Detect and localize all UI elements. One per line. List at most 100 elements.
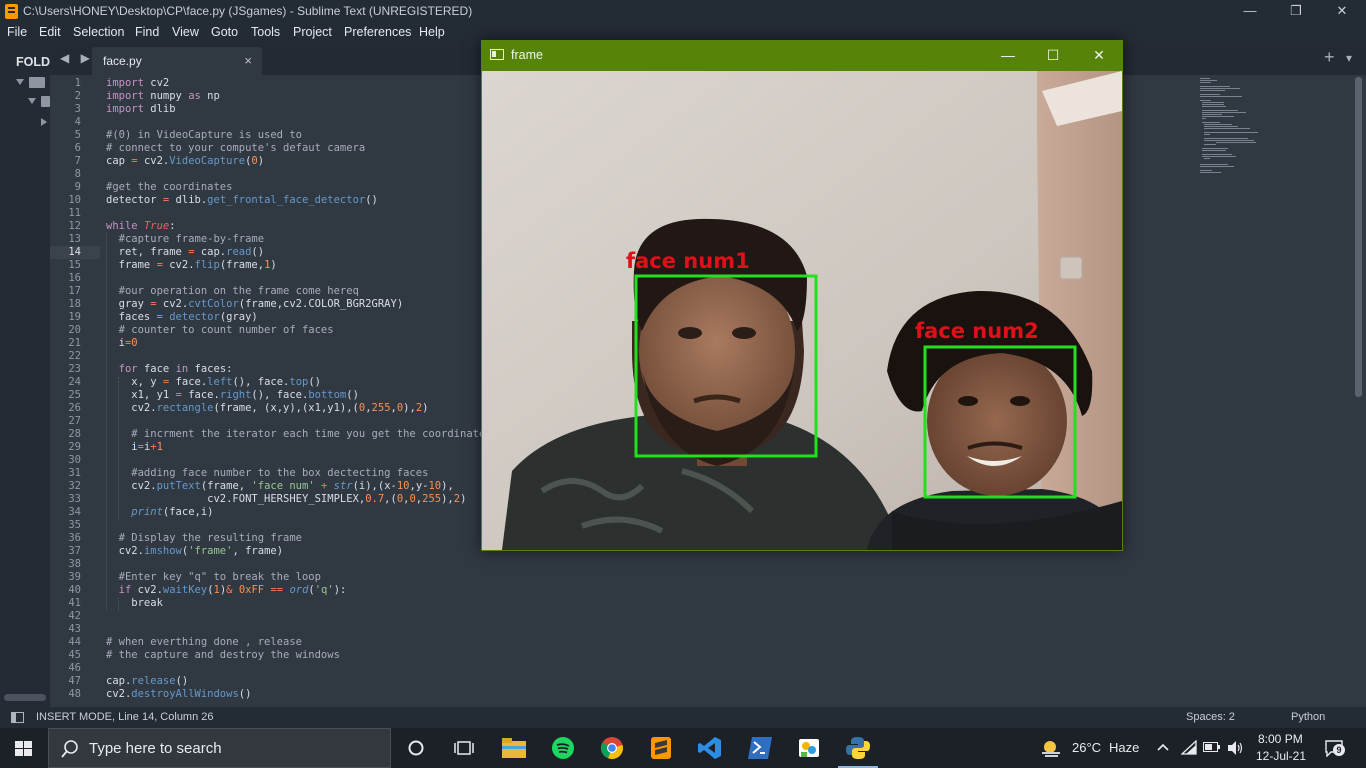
folder-icon bbox=[502, 738, 526, 758]
folder-icon[interactable] bbox=[41, 96, 50, 107]
line-number: 28 bbox=[68, 428, 81, 440]
expand-arrow-icon[interactable] bbox=[28, 98, 36, 104]
indentation-setting[interactable]: Spaces: 2 bbox=[1186, 711, 1235, 723]
menu-file[interactable]: File bbox=[7, 25, 27, 39]
menu-selection[interactable]: Selection bbox=[73, 25, 124, 39]
syntax-setting[interactable]: Python bbox=[1291, 711, 1325, 723]
code-line[interactable]: i=0 bbox=[106, 337, 138, 350]
code-line[interactable]: #capture frame-by-frame bbox=[106, 233, 264, 246]
line-number: 33 bbox=[68, 493, 81, 505]
collapse-arrow-icon[interactable] bbox=[41, 118, 47, 126]
paint-app[interactable] bbox=[785, 728, 833, 768]
code-line[interactable]: x, y = face.left(), face.top() bbox=[106, 376, 321, 389]
folder-icon[interactable] bbox=[29, 77, 45, 88]
webcam-image: face num1 face num2 bbox=[482, 71, 1122, 550]
code-line[interactable]: import dlib bbox=[106, 103, 176, 116]
code-line[interactable]: import numpy as np bbox=[106, 90, 220, 103]
code-line[interactable]: i=i+1 bbox=[106, 441, 163, 454]
chevron-up-icon[interactable] bbox=[1157, 742, 1169, 752]
cortana-icon bbox=[408, 740, 424, 756]
tab-nav-arrows[interactable]: ◀ ▶ bbox=[60, 51, 94, 65]
menu-view[interactable]: View bbox=[172, 25, 199, 39]
code-line[interactable]: cv2.destroyAllWindows() bbox=[106, 688, 251, 701]
notification-center-button[interactable]: 9 bbox=[1325, 740, 1345, 758]
chrome-app[interactable] bbox=[588, 728, 636, 768]
code-line[interactable]: detector = dlib.get_frontal_face_detecto… bbox=[106, 194, 378, 207]
code-line[interactable]: # connect to your compute's defaut camer… bbox=[106, 142, 365, 155]
tab-list-button[interactable]: ▾ bbox=[1346, 51, 1352, 65]
code-line[interactable]: ret, frame = cap.read() bbox=[106, 246, 264, 259]
powershell-app[interactable] bbox=[736, 728, 784, 768]
code-line[interactable]: cv2.rectangle(frame, (x,y),(x1,y1),(0,25… bbox=[106, 402, 428, 415]
code-line[interactable]: cv2.FONT_HERSHEY_SIMPLEX,0.7,(0,0,255),2… bbox=[106, 493, 466, 506]
menu-find[interactable]: Find bbox=[135, 25, 159, 39]
camera-frame: face num1 face num2 bbox=[482, 71, 1122, 550]
menu-project[interactable]: Project bbox=[293, 25, 332, 39]
windows-start-icon[interactable] bbox=[15, 741, 32, 756]
code-line[interactable]: # the capture and destroy the windows bbox=[106, 649, 340, 662]
code-line[interactable]: cap = cv2.VideoCapture(0) bbox=[106, 155, 264, 168]
code-line[interactable]: # incrment the iterator each time you ge… bbox=[106, 428, 491, 441]
frame-window[interactable]: frame — ☐ ✕ face num1 face num2 bbox=[481, 40, 1123, 551]
code-line[interactable]: #Enter key "q" to break the loop bbox=[106, 571, 321, 584]
taskbar-search-box[interactable]: Type here to search bbox=[48, 728, 391, 768]
code-line[interactable]: #our operation on the frame come hereq bbox=[106, 285, 359, 298]
volume-icon[interactable] bbox=[1227, 740, 1243, 756]
file-explorer-app[interactable] bbox=[490, 728, 538, 768]
tab-close-icon[interactable]: × bbox=[244, 53, 252, 68]
minimize-button[interactable]: — bbox=[1227, 0, 1273, 23]
close-button[interactable]: ✕ bbox=[1319, 0, 1365, 23]
cortana-button[interactable] bbox=[392, 728, 440, 768]
clock-date[interactable]: 12-Jul-21 bbox=[1256, 749, 1306, 763]
maximize-button[interactable]: ❐ bbox=[1273, 0, 1319, 23]
vertical-scrollbar[interactable] bbox=[1355, 77, 1362, 397]
sidebar-scrollbar[interactable] bbox=[4, 694, 46, 701]
menu-tools[interactable]: Tools bbox=[251, 25, 280, 39]
vscode-app[interactable] bbox=[686, 728, 734, 768]
new-tab-button[interactable]: + bbox=[1324, 47, 1335, 68]
sublime-text-app[interactable] bbox=[637, 728, 685, 768]
line-number: 25 bbox=[68, 389, 81, 401]
tab-face-py[interactable]: face.py × bbox=[92, 47, 262, 75]
line-number: 46 bbox=[68, 662, 81, 674]
weather-temperature[interactable]: 26°C bbox=[1072, 740, 1101, 755]
frame-minimize-button[interactable]: — bbox=[994, 44, 1022, 66]
clock-time[interactable]: 8:00 PM bbox=[1258, 732, 1303, 746]
code-line[interactable]: cap.release() bbox=[106, 675, 188, 688]
code-line[interactable]: # when everthing done , release bbox=[106, 636, 302, 649]
frame-close-button[interactable]: ✕ bbox=[1085, 44, 1113, 66]
code-line[interactable]: break bbox=[106, 597, 163, 610]
code-line[interactable]: print(face,i) bbox=[106, 506, 213, 519]
minimap[interactable] bbox=[1200, 75, 1260, 175]
code-line[interactable]: #adding face number to the box dectectin… bbox=[106, 467, 428, 480]
code-line[interactable]: #(0) in VideoCapture is used to bbox=[106, 129, 302, 142]
code-line[interactable]: gray = cv2.cvtColor(frame,cv2.COLOR_BGR2… bbox=[106, 298, 404, 311]
line-number: 21 bbox=[68, 337, 81, 349]
code-line[interactable]: faces = detector(gray) bbox=[106, 311, 258, 324]
weather-icon[interactable] bbox=[1040, 739, 1062, 757]
code-line[interactable]: cv2.putText(frame, 'face num' + str(i),(… bbox=[106, 480, 454, 493]
menu-help[interactable]: Help bbox=[419, 25, 445, 39]
task-view-button[interactable] bbox=[440, 728, 488, 768]
code-line[interactable]: x1, y1 = face.right(), face.bottom() bbox=[106, 389, 359, 402]
code-line[interactable]: while True: bbox=[106, 220, 176, 233]
menu-edit[interactable]: Edit bbox=[39, 25, 61, 39]
code-line[interactable]: # Display the resulting frame bbox=[106, 532, 302, 545]
python-app[interactable] bbox=[834, 728, 882, 768]
code-line[interactable]: for face in faces: bbox=[106, 363, 233, 376]
code-line[interactable]: import cv2 bbox=[106, 77, 169, 90]
panel-toggle-icon[interactable] bbox=[11, 712, 24, 723]
code-line[interactable]: frame = cv2.flip(frame,1) bbox=[106, 259, 277, 272]
code-line[interactable]: #get the coordinates bbox=[106, 181, 232, 194]
spotify-app[interactable] bbox=[539, 728, 587, 768]
battery-icon[interactable] bbox=[1203, 742, 1221, 753]
frame-maximize-button[interactable]: ☐ bbox=[1039, 44, 1067, 66]
code-line[interactable]: # counter to count number of faces bbox=[106, 324, 334, 337]
menu-goto[interactable]: Goto bbox=[211, 25, 238, 39]
code-line[interactable]: if cv2.waitKey(1)& 0xFF == ord('q'): bbox=[106, 584, 347, 597]
wifi-icon[interactable] bbox=[1181, 740, 1197, 756]
expand-arrow-icon[interactable] bbox=[16, 79, 24, 85]
menu-preferences[interactable]: Preferences bbox=[344, 25, 411, 39]
weather-condition[interactable]: Haze bbox=[1109, 740, 1139, 755]
code-line[interactable]: cv2.imshow('frame', frame) bbox=[106, 545, 283, 558]
